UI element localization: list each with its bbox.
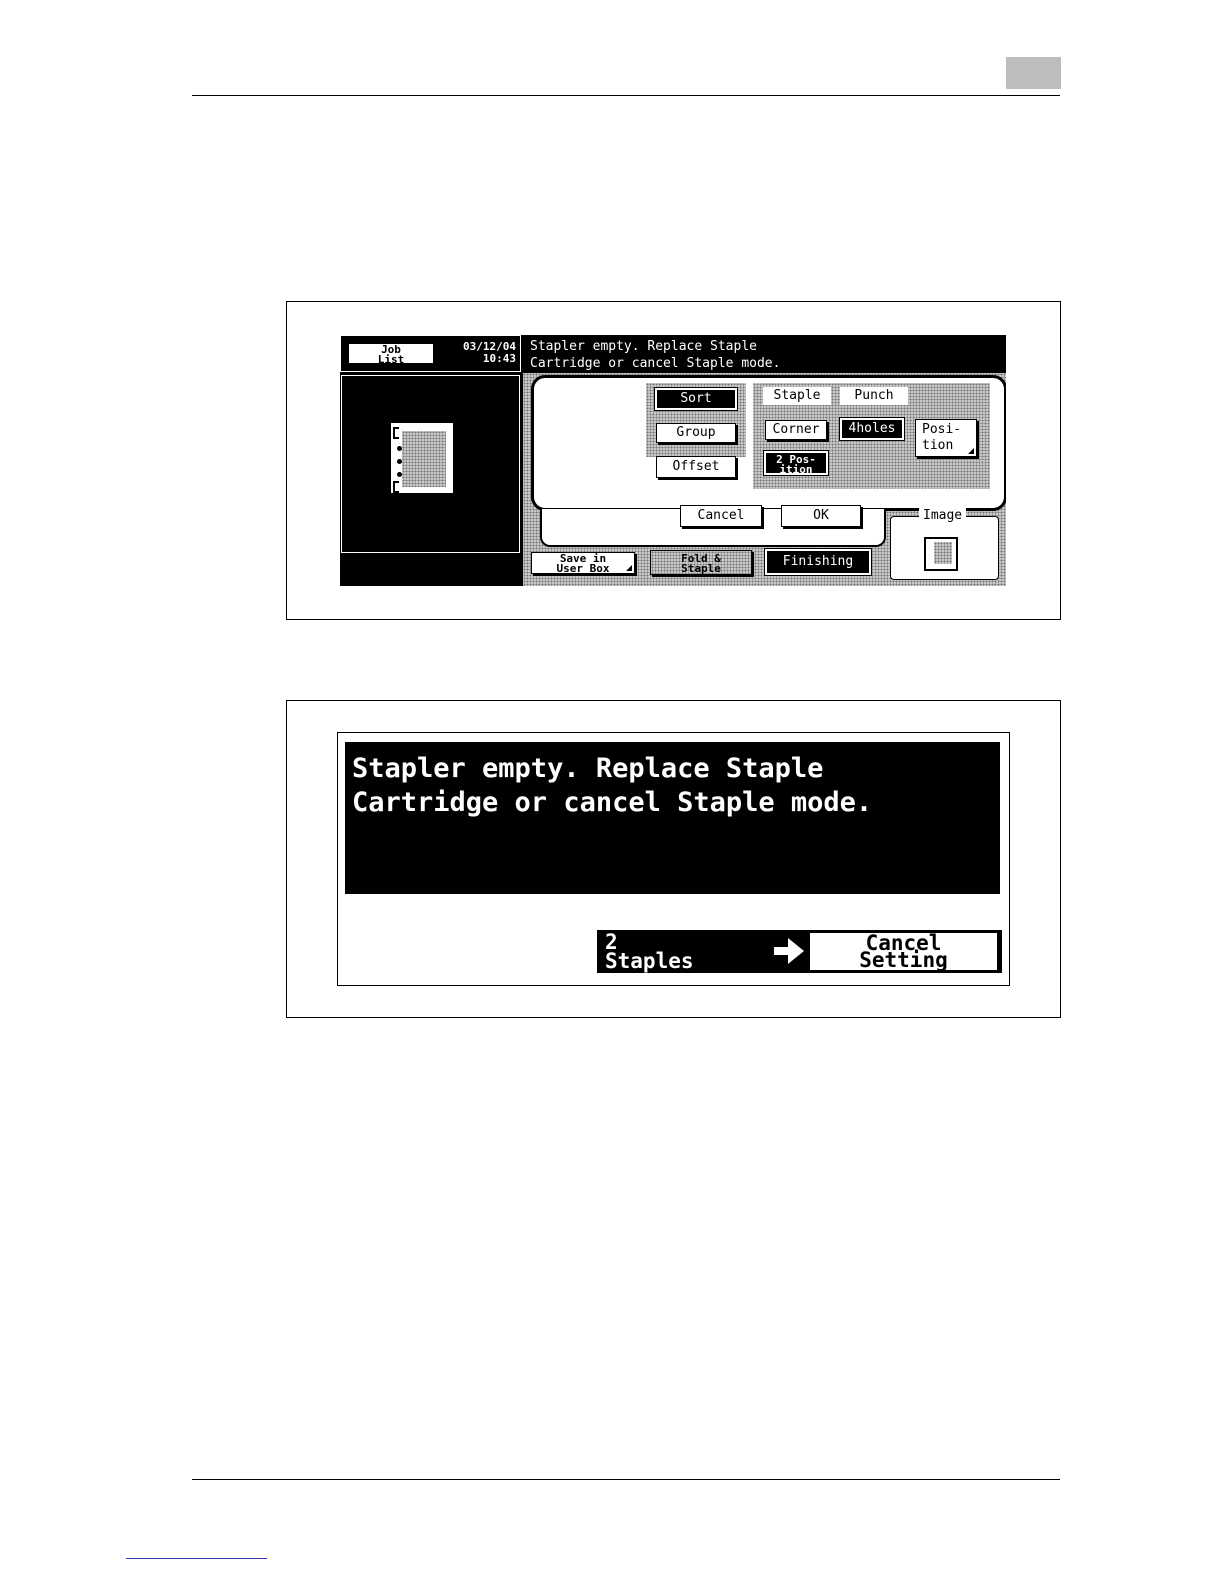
preview-page-content bbox=[402, 431, 446, 487]
datetime: 03/12/04 10:43 bbox=[444, 341, 516, 365]
footer-rule bbox=[192, 1479, 1060, 1480]
tab-punch[interactable]: Punch bbox=[840, 387, 908, 405]
2-position-button[interactable]: 2 Pos- ition bbox=[766, 453, 826, 475]
job-list-button[interactable]: Job List bbox=[348, 343, 434, 365]
stapler-message: Stapler empty. Replace Staple Cartridge … bbox=[345, 742, 1000, 894]
status-message: Stapler empty. Replace Staple Cartridge … bbox=[530, 339, 781, 371]
group-button[interactable]: Group bbox=[656, 423, 736, 443]
corner-button[interactable]: Corner bbox=[765, 420, 827, 440]
staple-mark-icon bbox=[393, 481, 399, 493]
position-button[interactable]: Posi- tion bbox=[915, 419, 977, 457]
tab-staple[interactable]: Staple bbox=[763, 387, 831, 405]
footer-link-underline bbox=[126, 1558, 267, 1559]
punch-hole-icon bbox=[397, 459, 402, 464]
punch-hole-icon bbox=[397, 446, 402, 451]
image-label: Image bbox=[919, 508, 967, 524]
staples-label: 2 Staples bbox=[605, 930, 694, 973]
4holes-button[interactable]: 4holes bbox=[842, 420, 902, 438]
image-thumbnail-content bbox=[934, 542, 952, 564]
cancel-button[interactable]: Cancel bbox=[680, 505, 762, 527]
preview-area bbox=[341, 375, 520, 553]
touch-panel-screen: Job List 03/12/04 10:43 Stapler empty. R… bbox=[340, 335, 1006, 586]
punch-hole-icon bbox=[397, 472, 402, 477]
preview-page-icon bbox=[391, 423, 453, 493]
image-box: Image bbox=[890, 508, 999, 580]
offset-button[interactable]: Offset bbox=[656, 456, 736, 478]
sort-button[interactable]: Sort bbox=[657, 390, 735, 408]
more-corner-icon bbox=[626, 565, 632, 571]
ok-button[interactable]: OK bbox=[781, 505, 861, 527]
header-rule bbox=[192, 95, 1060, 96]
save-in-user-box-button[interactable]: Save in User Box bbox=[531, 552, 635, 574]
cancel-setting-button[interactable]: Cancel Setting bbox=[809, 932, 998, 971]
time-text: 10:43 bbox=[482, 352, 516, 365]
fold-staple-button[interactable]: Fold & Staple bbox=[650, 550, 752, 575]
right-arrow-icon bbox=[772, 936, 808, 966]
chapter-tab bbox=[1006, 57, 1061, 89]
finishing-button[interactable]: Finishing bbox=[767, 551, 869, 573]
cancel-staple-bar: 2 Staples Cancel Setting bbox=[597, 930, 1002, 973]
save-user-box-label: Save in User Box bbox=[556, 552, 610, 575]
position-button-label: Posi- tion bbox=[922, 422, 962, 453]
staple-mark-icon bbox=[393, 427, 399, 439]
more-corner-icon bbox=[968, 448, 974, 454]
image-thumbnail-icon bbox=[924, 537, 958, 571]
